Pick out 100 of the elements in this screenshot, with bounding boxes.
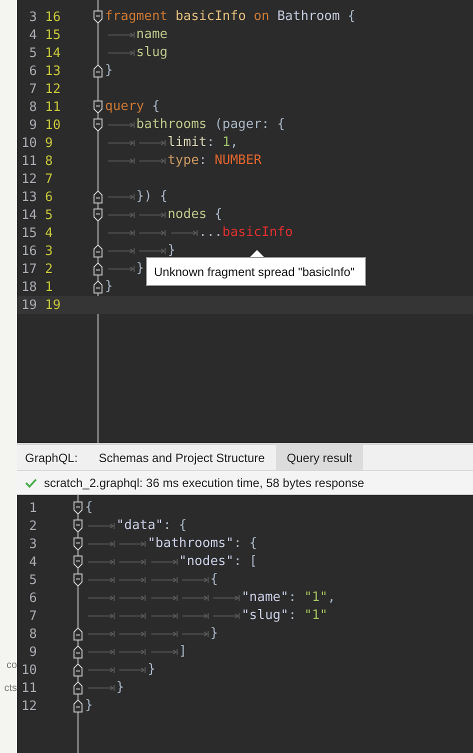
- fold-marker-icon[interactable]: [73, 537, 83, 551]
- fold-marker-icon[interactable]: [93, 190, 103, 204]
- line-number: 10: [45, 118, 62, 132]
- fold-marker-icon[interactable]: [73, 519, 83, 533]
- fold-marker-icon[interactable]: [73, 681, 83, 695]
- line-number: 17: [20, 262, 37, 276]
- code-token: ,: [328, 589, 336, 607]
- code-token: NUMBER: [214, 152, 262, 170]
- query-editor[interactable]: [17, 0, 473, 443]
- code-token: {: [150, 98, 160, 116]
- line-number: 8: [28, 626, 37, 642]
- code-token: type: [168, 152, 199, 170]
- code-token: "bathrooms": [148, 535, 234, 553]
- line-number: 9: [28, 118, 37, 132]
- fold-marker-icon[interactable]: [93, 208, 103, 222]
- line-number: 11: [20, 154, 37, 168]
- code-token: basicInfo: [222, 224, 293, 242]
- line-number: 9: [28, 644, 37, 660]
- code-token: ...: [198, 224, 222, 242]
- line-number: 8: [45, 154, 54, 168]
- fold-marker-icon[interactable]: [93, 118, 103, 132]
- line-number: 15: [45, 28, 62, 42]
- line-number: 10: [20, 136, 37, 150]
- fold-marker-icon[interactable]: [73, 699, 83, 713]
- tool-window-label: GraphQL:: [24, 450, 79, 466]
- window-text: co: [6, 659, 17, 673]
- fold-marker-icon[interactable]: [93, 10, 103, 24]
- code-token: (pager: {: [214, 116, 286, 134]
- result-viewer[interactable]: 1 { 2 "data": { 3 "bathrooms": { 4 "nodes": [ 5 { 6 "name": "1", 7 "slug": "1" 8 } 9 ] 10 } 11 } 12 }: [17, 495, 473, 753]
- code-token: "nodes": [178, 553, 234, 571]
- line-number: 6: [28, 590, 37, 606]
- tool-window-tab[interactable]: Query result: [276, 445, 364, 470]
- line-number: 12: [20, 698, 37, 714]
- line-number: 16: [20, 244, 37, 258]
- code-token: on: [252, 8, 270, 26]
- fold-marker-icon[interactable]: [73, 573, 83, 587]
- line-number: 16: [45, 10, 62, 24]
- fold-marker-icon[interactable]: [73, 555, 83, 569]
- line-number: 10: [20, 662, 37, 678]
- line-number: 3: [28, 10, 37, 24]
- code-token: basicInfo: [174, 8, 246, 26]
- code-token: "slug": [241, 607, 288, 625]
- line-number: 18: [20, 280, 37, 294]
- fold-marker-icon[interactable]: [93, 100, 103, 114]
- code-token: limit: [168, 134, 207, 152]
- code-token: }: [148, 661, 156, 679]
- line-number: 11: [20, 680, 37, 696]
- code-token: "1": [304, 589, 328, 607]
- code-token: nodes: [168, 206, 207, 224]
- code-token: ,: [230, 134, 238, 152]
- code-token: {: [214, 206, 222, 224]
- line-number: 6: [45, 190, 54, 204]
- line-number: 7: [28, 82, 37, 96]
- line-number: 3: [45, 244, 54, 258]
- code-token: :: [206, 134, 216, 152]
- line-number: 12: [45, 82, 62, 96]
- code-token: {: [346, 8, 356, 26]
- fold-marker-icon[interactable]: [73, 501, 83, 515]
- code-token: ]: [178, 643, 187, 661]
- code-token: "data": [116, 517, 164, 535]
- line-number: 3: [28, 536, 37, 552]
- code-token: :: [288, 607, 298, 625]
- window-text: cts: [4, 682, 17, 696]
- line-number: 7: [28, 608, 37, 624]
- tab-marker-icon: [105, 49, 136, 57]
- tool-window-tab[interactable]: Schemas and Project Structure: [88, 445, 276, 470]
- line-number: 1: [28, 500, 37, 516]
- code-token: query: [105, 98, 144, 116]
- line-number: 14: [45, 46, 62, 60]
- line-number: 6: [28, 64, 37, 78]
- fold-marker-icon[interactable]: [93, 280, 103, 294]
- line-number: 4: [28, 554, 37, 570]
- code-token: {: [210, 571, 218, 589]
- code-token: : {: [234, 535, 258, 553]
- fold-marker-icon[interactable]: [73, 627, 83, 641]
- fold-marker-icon[interactable]: [93, 64, 103, 78]
- code-token: 1: [222, 134, 230, 152]
- line-number: 15: [20, 226, 37, 240]
- tab-marker-icon: [105, 121, 136, 129]
- line-number: 4: [45, 226, 54, 240]
- fold-marker-icon[interactable]: [73, 645, 83, 659]
- code-token: slug: [136, 44, 168, 62]
- line-number: 9: [45, 136, 54, 150]
- code-token: }: [116, 679, 124, 697]
- fold-marker-icon[interactable]: [93, 262, 103, 276]
- line-number: 14: [20, 208, 37, 222]
- line-number: 11: [45, 100, 62, 114]
- tab-marker-icon: [105, 193, 136, 201]
- code-token: {: [85, 499, 93, 517]
- line-number: 19: [20, 298, 37, 312]
- line-number: 2: [28, 518, 37, 534]
- tab-marker-icon: [105, 265, 136, 273]
- fold-marker-icon[interactable]: [73, 663, 83, 677]
- line-number: 13: [45, 64, 62, 78]
- fold-marker-icon[interactable]: [93, 244, 103, 258]
- code-token: }: [168, 242, 176, 260]
- line-number: 4: [28, 28, 37, 42]
- code-token: }: [85, 697, 93, 715]
- line-number: 1: [45, 280, 54, 294]
- tab-marker-icon: [85, 522, 116, 530]
